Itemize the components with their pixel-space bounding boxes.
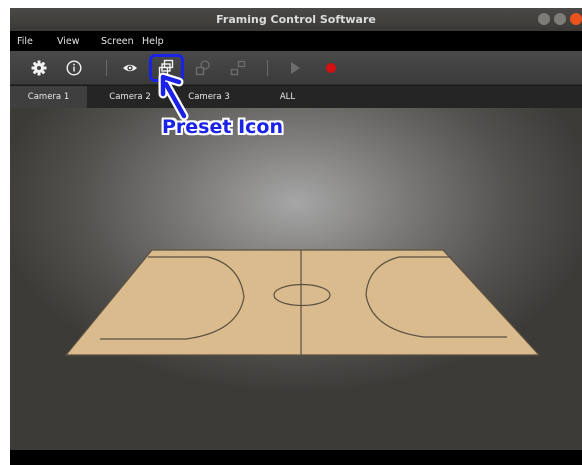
- camera-tabs: Camera 1 Camera 2 Camera 3 ALL: [10, 86, 582, 108]
- window-title: Framing Control Software: [216, 13, 376, 26]
- tab-all[interactable]: ALL: [245, 86, 330, 108]
- toolbar-separator: [106, 60, 107, 76]
- annotation-arrow-icon: [158, 72, 189, 121]
- toolbar: [10, 51, 582, 85]
- menu-help[interactable]: Help: [142, 36, 164, 47]
- court-illustration: [64, 249, 541, 356]
- window-controls: [538, 13, 582, 25]
- menu-file[interactable]: File: [17, 36, 33, 47]
- app-window: Framing Control Software File View Scree…: [10, 8, 582, 465]
- close-icon[interactable]: [570, 13, 582, 25]
- status-bar: [10, 450, 582, 465]
- menu-bar: File View Screen Help: [10, 31, 582, 51]
- info-icon[interactable]: [65, 59, 83, 77]
- gear-icon[interactable]: [30, 59, 48, 77]
- menu-view[interactable]: View: [57, 36, 80, 47]
- minimize-icon[interactable]: [538, 13, 550, 25]
- maximize-icon[interactable]: [554, 13, 566, 25]
- preset-recall-icon[interactable]: [194, 59, 212, 77]
- annotation-label: Preset Icon: [162, 116, 283, 138]
- title-bar: Framing Control Software: [10, 8, 582, 31]
- eye-icon[interactable]: [121, 59, 139, 77]
- preset-layout-icon[interactable]: [229, 59, 247, 77]
- toolbar-separator: [267, 60, 268, 76]
- menu-screen[interactable]: Screen: [101, 36, 134, 47]
- play-icon[interactable]: [286, 59, 304, 77]
- camera-view[interactable]: [10, 108, 582, 450]
- tab-camera-1[interactable]: Camera 1: [10, 86, 87, 108]
- record-icon[interactable]: [322, 59, 340, 77]
